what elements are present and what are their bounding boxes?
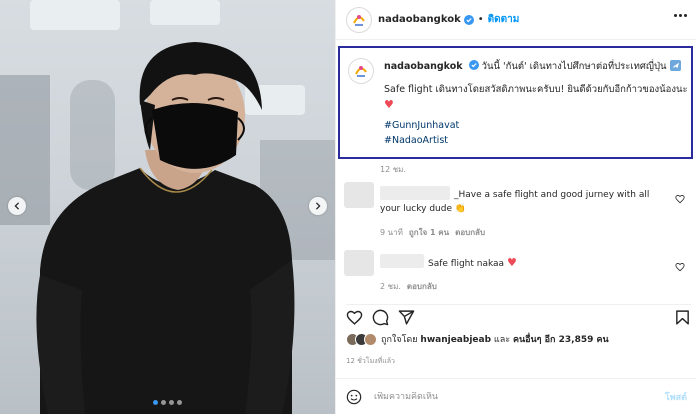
hashtag-link[interactable]: #NadaoArtist: [384, 133, 688, 148]
instagram-post: nadaobangkok • ติดตาม nadaobangkok วันนี…: [0, 0, 696, 414]
emoji-smiley-icon[interactable]: [346, 389, 362, 405]
profile-avatar[interactable]: [346, 6, 372, 33]
hashtag-link[interactable]: #GunnJunhavat: [384, 118, 688, 133]
caption-text: nadaobangkok วันนี้ 'กันต์' เดินทางไปศึก…: [384, 59, 688, 148]
comment-icon[interactable]: [372, 309, 389, 326]
liker-username[interactable]: hwanjeabjeab: [420, 335, 491, 345]
comment-time: 9 นาที: [380, 228, 403, 237]
caption-highlight-box: nadaobangkok วันนี้ 'กันต์' เดินทางไปศึก…: [338, 46, 693, 159]
chevron-right-icon: [315, 202, 321, 210]
header-username[interactable]: nadaobangkok: [378, 14, 461, 25]
comment-time: 2 ชม.: [380, 282, 401, 291]
post-sidebar: nadaobangkok • ติดตาม nadaobangkok วันนี…: [335, 0, 696, 414]
carousel-dot: [177, 400, 182, 405]
commenter-avatar-blurred[interactable]: [344, 250, 374, 276]
header-separator: •: [477, 14, 484, 25]
likes-count[interactable]: คนอื่นๆ อีก 23,859 คน: [513, 335, 609, 345]
clapping-icon: 👏: [454, 204, 467, 214]
post-photo[interactable]: [0, 0, 335, 414]
save-bookmark-icon[interactable]: [674, 309, 691, 326]
carousel-indicator: [0, 400, 335, 405]
nadao-logo-icon: [349, 9, 369, 30]
verified-badge-icon: [463, 14, 474, 25]
comment-likes[interactable]: ถูกใจ 1 คน: [409, 226, 449, 239]
airplane-icon: [669, 60, 681, 71]
commenter-name-blurred[interactable]: [380, 254, 424, 268]
carousel-prev-button[interactable]: [8, 197, 26, 215]
comment-meta: 9 นาที ถูกใจ 1 คน ตอบกลับ: [380, 226, 485, 239]
likes-summary: ถูกใจโดย hwanjeabjeab และ คนอื่นๆ อีก 23…: [346, 332, 609, 346]
caption-username[interactable]: nadaobangkok: [384, 61, 463, 72]
carousel-dot: [153, 400, 158, 405]
caption-time: 12 ชม.: [380, 165, 406, 174]
follow-button[interactable]: ติดตาม: [488, 12, 520, 27]
chevron-left-icon: [14, 202, 20, 210]
caption-line-1: วันนี้ 'กันต์' เดินทางไปศึกษาต่อที่ประเท…: [481, 61, 667, 72]
comment-text: Safe flight nakaa ♥: [428, 256, 517, 269]
comment-input[interactable]: [374, 391, 665, 402]
comment-item: Safe flight nakaa ♥ 2 ชม. ตอบกลับ: [344, 250, 689, 294]
carousel-next-button[interactable]: [309, 197, 327, 215]
add-comment-bar: โพสต์: [336, 378, 696, 414]
reply-button[interactable]: ตอบกลับ: [455, 226, 485, 239]
person-illustration: [36, 42, 295, 414]
heart-icon[interactable]: [346, 309, 363, 326]
like-comment-heart-icon[interactable]: [675, 262, 685, 272]
carousel-dot: [169, 400, 174, 405]
comment-item: _Have a safe flight and good jurney with…: [344, 182, 689, 240]
caption-avatar[interactable]: [348, 58, 374, 84]
share-icon[interactable]: [398, 309, 415, 326]
like-comment-heart-icon[interactable]: [675, 194, 685, 204]
comment-text: _Have a safe flight and good jurney with…: [380, 190, 650, 214]
post-header: nadaobangkok • ติดตาม: [336, 0, 696, 40]
comment-meta: 2 ชม. ตอบกลับ: [380, 280, 437, 293]
carousel-dot: [161, 400, 166, 405]
nadao-logo-icon: [351, 61, 371, 81]
liker-avatar[interactable]: [364, 332, 377, 346]
caption-line-2: Safe flight เดินทางโดยสวัสดิภาพนะครับบ! …: [384, 84, 688, 95]
commenter-avatar-blurred[interactable]: [344, 182, 374, 208]
post-age: 12 ชั่วโมงที่แล้ว: [346, 357, 395, 365]
post-comment-button[interactable]: โพสต์: [665, 390, 687, 404]
action-bar: [346, 304, 691, 326]
red-heart-icon: ♥: [506, 256, 517, 269]
verified-badge-icon: [468, 60, 479, 70]
reply-button[interactable]: ตอบกลับ: [407, 280, 437, 293]
red-heart-icon: ♥: [384, 98, 394, 111]
more-options-icon[interactable]: [674, 14, 687, 17]
likes-text: ถูกใจโดย hwanjeabjeab และ คนอื่นๆ อีก 23…: [381, 335, 609, 345]
